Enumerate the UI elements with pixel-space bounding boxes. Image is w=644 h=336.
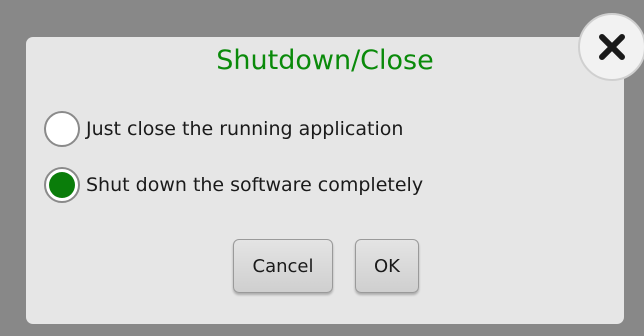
- option-close-application[interactable]: Just close the running application: [44, 107, 403, 151]
- close-icon: [599, 34, 625, 60]
- radio-shutdown-software[interactable]: [44, 167, 80, 203]
- shutdown-dialog: Shutdown/Close Just close the running ap…: [26, 37, 624, 324]
- close-button[interactable]: [578, 13, 644, 81]
- ok-button[interactable]: OK: [355, 239, 419, 293]
- dialog-title: Shutdown/Close: [216, 45, 434, 76]
- radio-close-application[interactable]: [44, 111, 80, 147]
- cancel-button[interactable]: Cancel: [233, 239, 333, 293]
- option-label-shutdown-software: Shut down the software completely: [86, 174, 424, 196]
- option-label-close-application: Just close the running application: [86, 118, 404, 140]
- option-shutdown-software[interactable]: Shut down the software completely: [44, 163, 423, 207]
